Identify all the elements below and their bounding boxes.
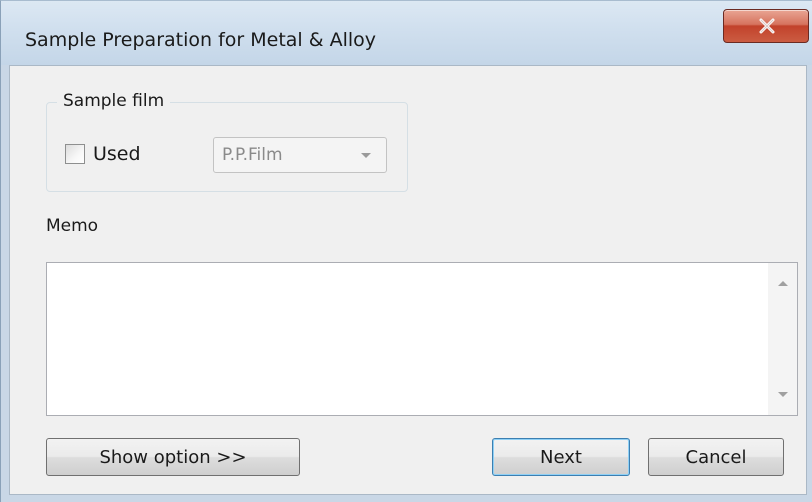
- sample-film-group: Sample film Used P.P.Film: [46, 91, 408, 192]
- used-checkbox-row[interactable]: Used: [65, 141, 141, 167]
- scroll-down-arrow-icon[interactable]: [777, 391, 789, 399]
- dialog-client-area: Sample film Used P.P.Film Memo Show opti…: [9, 65, 807, 495]
- memo-scrollbar[interactable]: [768, 263, 797, 415]
- dialog-window: Sample Preparation for Metal & Alloy Sam…: [0, 0, 812, 502]
- close-button[interactable]: [723, 9, 809, 43]
- memo-label: Memo: [46, 216, 99, 236]
- film-type-select-value: P.P.Film: [222, 145, 283, 165]
- memo-textarea[interactable]: [47, 263, 767, 415]
- film-type-select[interactable]: P.P.Film: [213, 137, 387, 173]
- cancel-button[interactable]: Cancel: [648, 438, 784, 476]
- sample-film-legend: Sample film: [57, 91, 171, 111]
- next-button[interactable]: Next: [492, 438, 630, 476]
- close-x-icon: [759, 18, 775, 34]
- window-title: Sample Preparation for Metal & Alloy: [25, 29, 377, 51]
- title-bar[interactable]: Sample Preparation for Metal & Alloy: [1, 1, 812, 65]
- used-checkbox-label: Used: [93, 143, 141, 165]
- scroll-up-arrow-icon[interactable]: [777, 279, 789, 287]
- chevron-down-icon: [361, 153, 371, 158]
- memo-box: [46, 262, 798, 416]
- used-checkbox[interactable]: [65, 144, 85, 164]
- show-option-button[interactable]: Show option >>: [46, 438, 300, 476]
